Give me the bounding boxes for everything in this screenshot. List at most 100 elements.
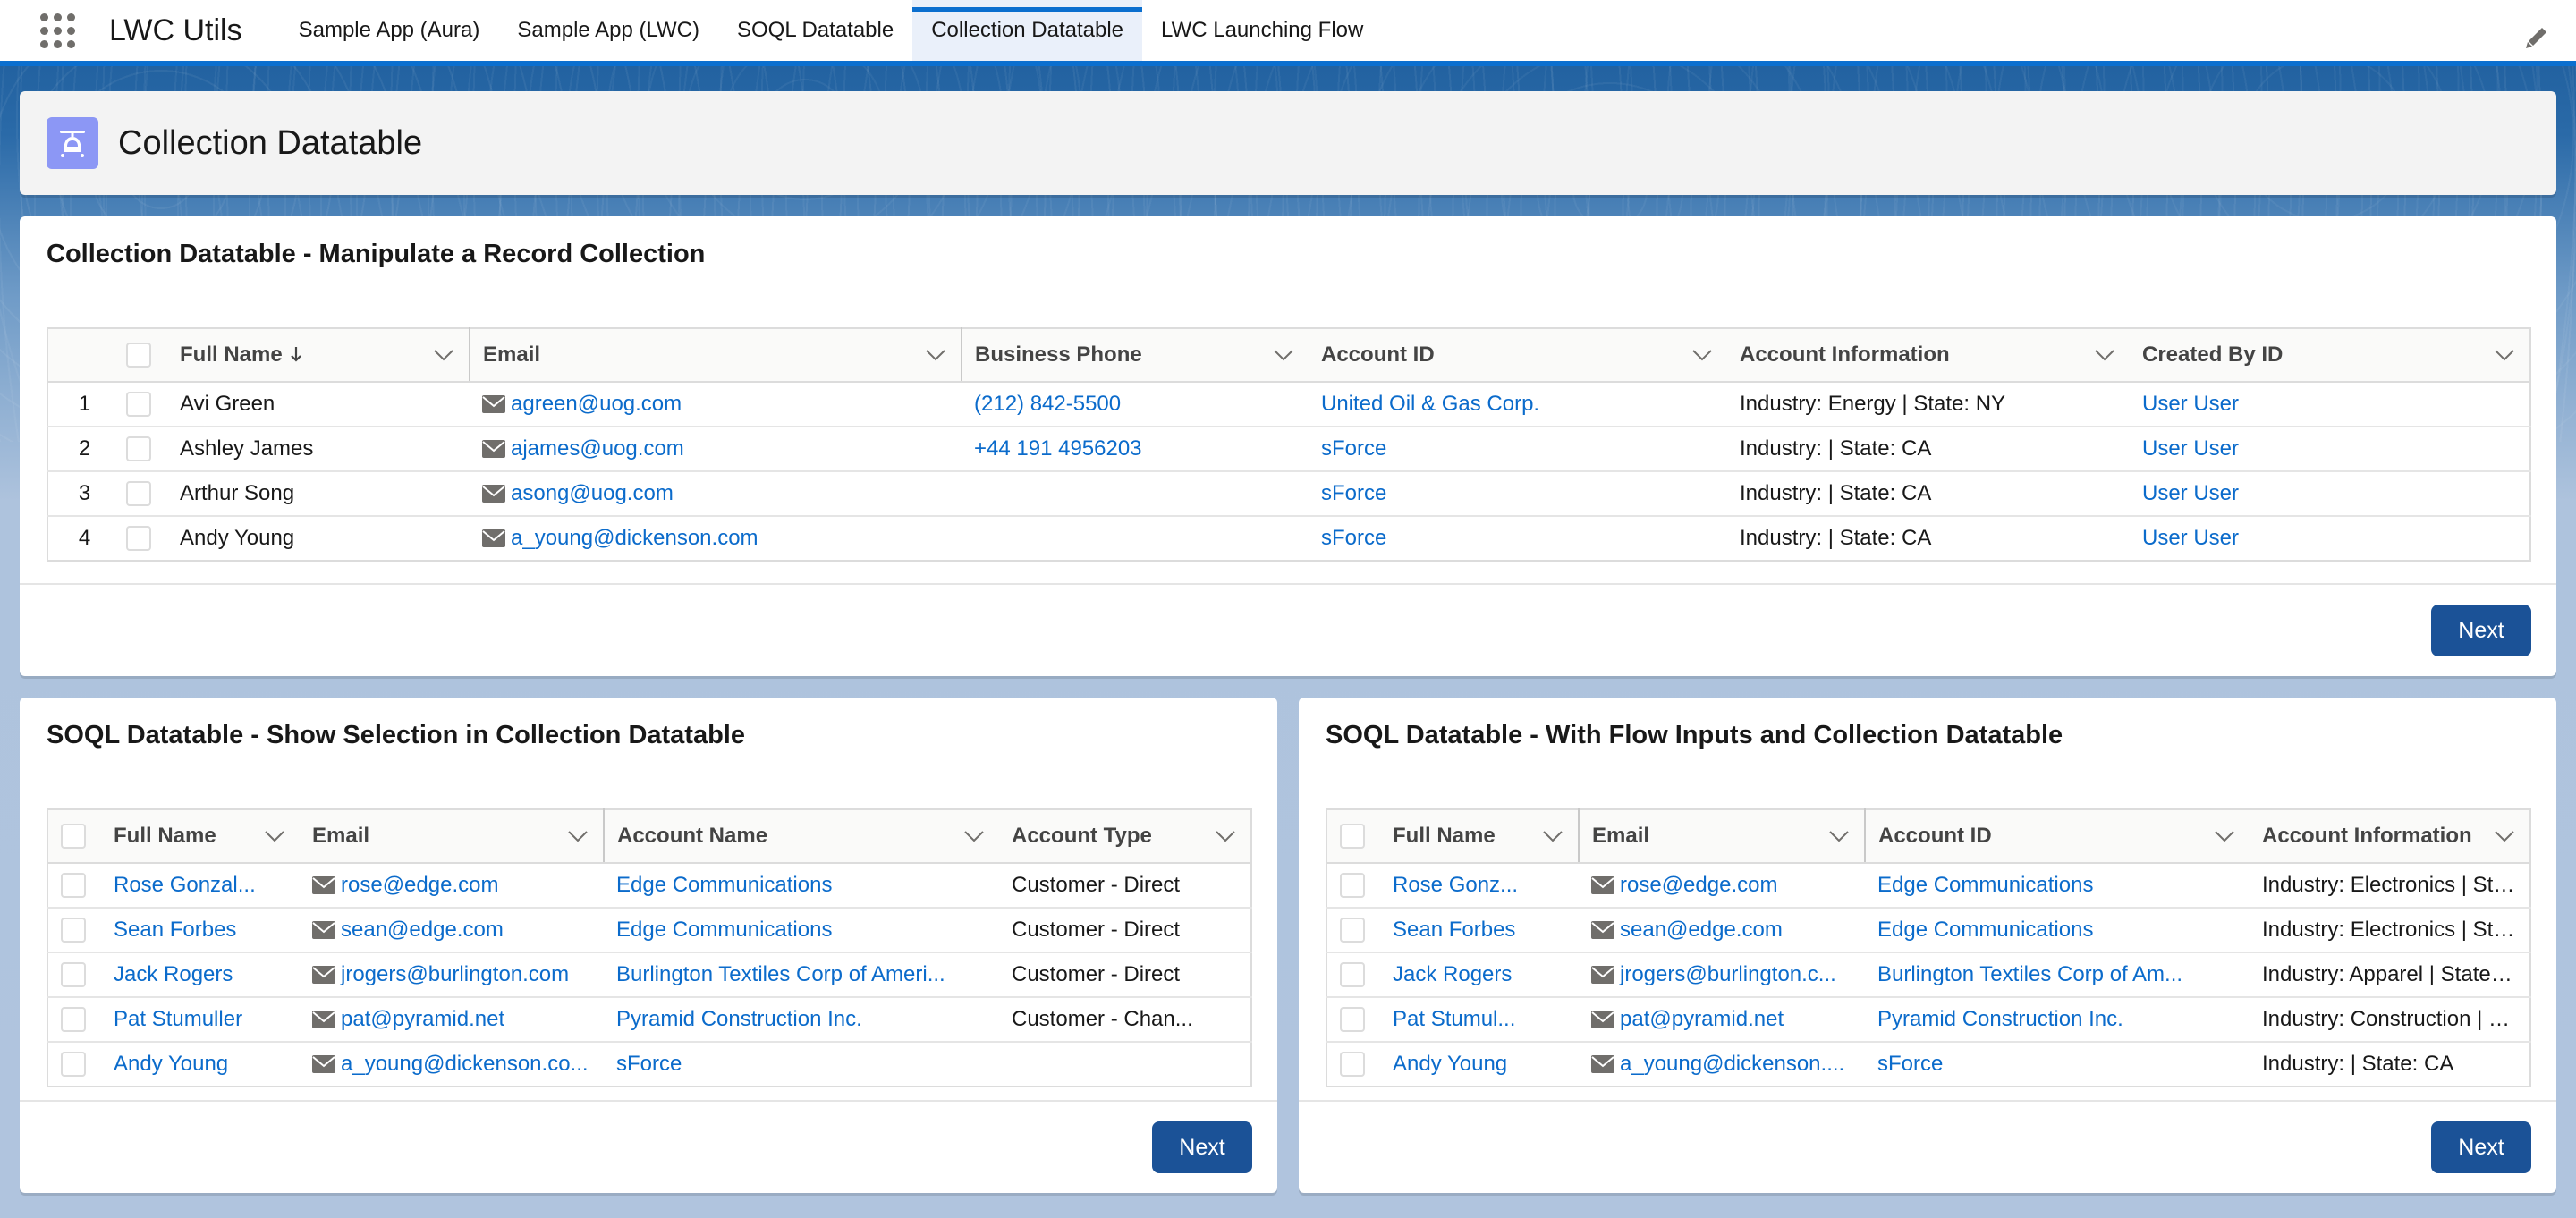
account-name-link[interactable]: Burlington Textiles Corp of Ameri... <box>616 962 945 986</box>
tab-soql-datatable[interactable]: SOQL Datatable <box>718 0 912 61</box>
phone-link[interactable]: (212) 842-5500 <box>974 392 1121 416</box>
created-by-link[interactable]: User User <box>2142 436 2239 461</box>
column-header-account-id[interactable]: Account ID <box>1309 328 1727 383</box>
full-name-link[interactable]: Andy Young <box>114 1052 228 1076</box>
email-link[interactable]: sean@edge.com <box>341 918 504 942</box>
email-link[interactable]: pat@pyramid.net <box>341 1007 504 1031</box>
full-name-link[interactable]: Jack Rogers <box>1393 962 1512 986</box>
email-link[interactable]: sean@edge.com <box>1620 918 1783 942</box>
row-select-cell[interactable] <box>121 382 167 427</box>
email-link[interactable]: a_young@dickenson.co... <box>341 1052 589 1076</box>
row-checkbox[interactable] <box>1340 873 1365 899</box>
row-checkbox[interactable] <box>126 481 151 507</box>
row-select-cell[interactable] <box>1326 997 1380 1043</box>
account-link[interactable]: sForce <box>1321 481 1386 505</box>
tab-sample-app-lwc[interactable]: Sample App (LWC) <box>498 0 718 61</box>
chevron-down-icon[interactable] <box>1691 349 1713 361</box>
row-select-cell[interactable] <box>47 997 101 1043</box>
full-name-link[interactable]: Jack Rogers <box>114 962 233 986</box>
row-checkbox[interactable] <box>61 962 86 988</box>
full-name-link[interactable]: Pat Stumuller <box>114 1007 242 1031</box>
chevron-down-icon[interactable] <box>264 830 285 842</box>
row-select-cell[interactable] <box>47 952 101 998</box>
chevron-down-icon[interactable] <box>1828 830 1850 842</box>
row-checkbox[interactable] <box>1340 1052 1365 1078</box>
select-all-checkbox[interactable] <box>126 343 151 368</box>
created-by-link[interactable]: User User <box>2142 392 2239 416</box>
column-header-email[interactable]: Email <box>1579 809 1866 864</box>
next-button[interactable]: Next <box>2431 1121 2531 1173</box>
row-checkbox[interactable] <box>61 1052 86 1078</box>
row-select-cell[interactable] <box>1326 908 1380 953</box>
account-id-link[interactable]: Edge Communications <box>1877 918 2093 942</box>
column-header-account-information[interactable]: Account Information <box>1727 328 2130 383</box>
email-link[interactable]: asong@uog.com <box>511 481 674 505</box>
account-link[interactable]: United Oil & Gas Corp. <box>1321 392 1539 416</box>
email-link[interactable]: agreen@uog.com <box>511 392 682 416</box>
chevron-down-icon[interactable] <box>963 830 985 842</box>
full-name-link[interactable]: Sean Forbes <box>1393 918 1515 942</box>
created-by-link[interactable]: User User <box>2142 481 2239 505</box>
full-name-link[interactable]: Sean Forbes <box>114 918 236 942</box>
full-name-link[interactable]: Andy Young <box>1393 1052 1507 1076</box>
account-name-link[interactable]: Edge Communications <box>616 873 832 897</box>
column-header-full-name[interactable]: Full Name <box>167 328 470 383</box>
row-checkbox[interactable] <box>61 1007 86 1033</box>
column-header-account-name[interactable]: Account Name <box>604 809 999 864</box>
chevron-down-icon[interactable] <box>2494 349 2515 361</box>
email-link[interactable]: ajames@uog.com <box>511 436 684 461</box>
row-checkbox[interactable] <box>61 873 86 899</box>
column-header-email[interactable]: Email <box>300 809 605 864</box>
row-checkbox[interactable] <box>126 526 151 552</box>
column-header-account-type[interactable]: Account Type <box>999 809 1251 864</box>
column-header-account-information[interactable]: Account Information <box>2250 809 2530 864</box>
column-header-email[interactable]: Email <box>470 328 962 383</box>
column-header-full-name[interactable]: Full Name <box>1380 809 1580 864</box>
row-select-cell[interactable] <box>47 908 101 953</box>
row-checkbox[interactable] <box>126 436 151 462</box>
chevron-down-icon[interactable] <box>2214 830 2235 842</box>
email-link[interactable]: jrogers@burlington.com <box>341 962 569 986</box>
chevron-down-icon[interactable] <box>1273 349 1294 361</box>
email-link[interactable]: rose@edge.com <box>341 873 498 897</box>
account-id-link[interactable]: Pyramid Construction Inc. <box>1877 1007 2123 1031</box>
column-header-created-by-id[interactable]: Created By ID <box>2130 328 2530 383</box>
account-id-link[interactable]: sForce <box>1877 1052 1943 1076</box>
created-by-link[interactable]: User User <box>2142 526 2239 550</box>
account-name-link[interactable]: sForce <box>616 1052 682 1076</box>
email-link[interactable]: a_young@dickenson.... <box>1620 1052 1844 1076</box>
phone-link[interactable]: +44 191 4956203 <box>974 436 1142 461</box>
row-select-cell[interactable] <box>47 1042 101 1087</box>
app-launcher-icon[interactable] <box>39 13 75 48</box>
row-select-cell[interactable] <box>121 427 167 472</box>
email-link[interactable]: rose@edge.com <box>1620 873 1777 897</box>
row-checkbox[interactable] <box>61 918 86 943</box>
account-name-link[interactable]: Pyramid Construction Inc. <box>616 1007 862 1031</box>
tab-collection-datatable[interactable]: Collection Datatable <box>912 0 1143 61</box>
next-button[interactable]: Next <box>2431 605 2531 656</box>
row-select-cell[interactable] <box>1326 1042 1380 1087</box>
email-link[interactable]: pat@pyramid.net <box>1620 1007 1784 1031</box>
chevron-down-icon[interactable] <box>567 830 589 842</box>
row-select-cell[interactable] <box>121 516 167 561</box>
column-header-business-phone[interactable]: Business Phone <box>962 328 1309 383</box>
column-header-full-name[interactable]: Full Name <box>101 809 300 864</box>
chevron-down-icon[interactable] <box>1215 830 1236 842</box>
full-name-link[interactable]: Rose Gonz... <box>1393 873 1518 897</box>
tab-lwc-launching-flow[interactable]: LWC Launching Flow <box>1142 0 1382 61</box>
account-id-link[interactable]: Edge Communications <box>1877 873 2093 897</box>
chevron-down-icon[interactable] <box>433 349 454 361</box>
select-all-checkbox[interactable] <box>61 824 86 850</box>
select-all-checkbox[interactable] <box>1340 824 1365 850</box>
chevron-down-icon[interactable] <box>925 349 946 361</box>
chevron-down-icon[interactable] <box>2494 830 2515 842</box>
next-button[interactable]: Next <box>1152 1121 1252 1173</box>
row-select-cell[interactable] <box>47 863 101 909</box>
account-link[interactable]: sForce <box>1321 436 1386 461</box>
email-link[interactable]: jrogers@burlington.c... <box>1620 962 1836 986</box>
account-name-link[interactable]: Edge Communications <box>616 918 832 942</box>
chevron-down-icon[interactable] <box>2094 349 2115 361</box>
row-select-cell[interactable] <box>1326 952 1380 998</box>
full-name-link[interactable]: Rose Gonzal... <box>114 873 256 897</box>
full-name-link[interactable]: Pat Stumul... <box>1393 1007 1515 1031</box>
